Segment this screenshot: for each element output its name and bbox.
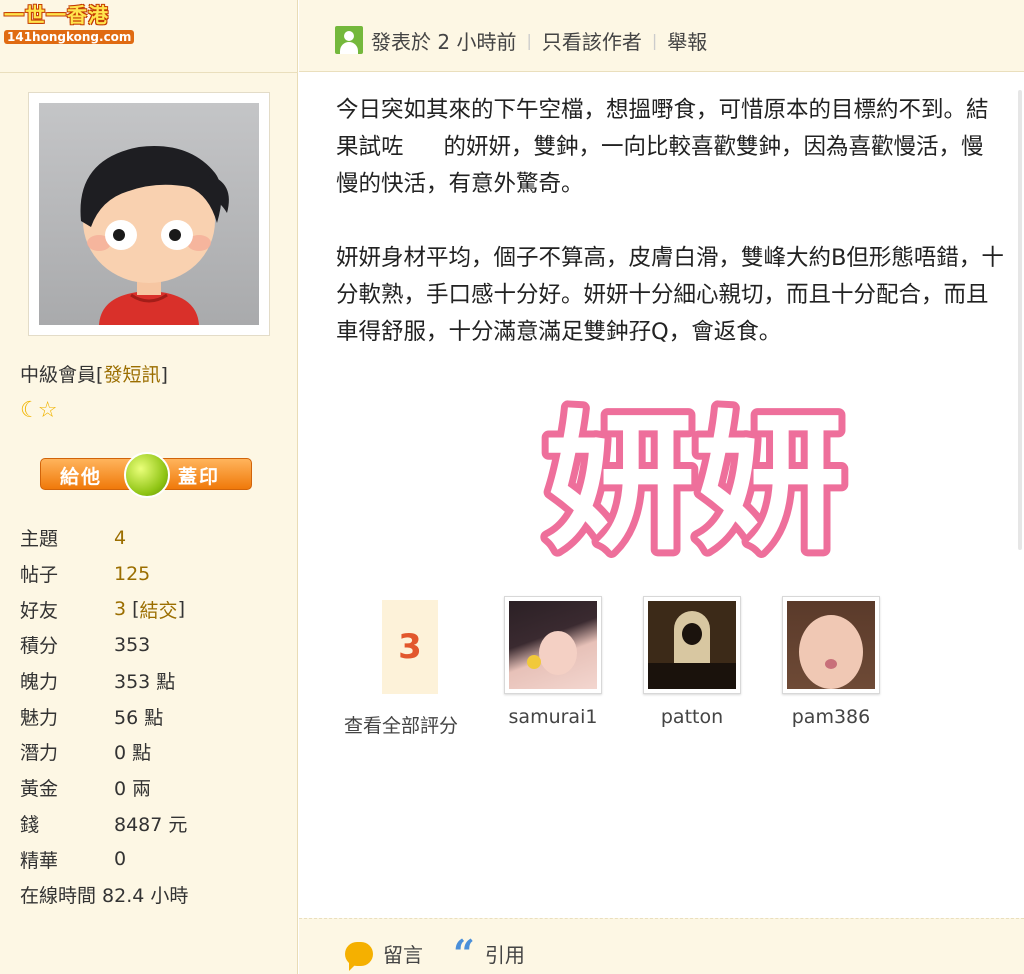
post-content: 今日突如其來的下午空檔，想搵嘢食，可惜原本的目標約不到。結果試咗 的妍妍，雙鈡，一… (336, 92, 1006, 388)
user-stats: 主題 4 帖子 125 好友 3 [結交] 積分 353 魄力 353 點 魅力… (20, 520, 290, 913)
stamp-button[interactable]: 給他 蓋印 (40, 452, 252, 498)
stat-key: 帖子 (20, 564, 59, 587)
moon-icon: ☾ (20, 398, 40, 423)
stat-row: 積分 353 (20, 627, 290, 663)
user-online-icon (335, 26, 363, 54)
stat-value: 82.4 小時 (102, 885, 189, 908)
rater-name: samurai1 (508, 706, 598, 728)
stat-value: 353 點 (114, 671, 176, 694)
stat-value[interactable]: 3 (114, 598, 126, 620)
rater-item[interactable]: samurai1 (498, 596, 608, 728)
stat-value: 8487 元 (114, 813, 188, 836)
avatar-image (39, 103, 259, 325)
stat-key: 潛力 (20, 742, 59, 765)
stat-row: 好友 3 [結交] (20, 591, 290, 627)
scrollbar[interactable] (1018, 90, 1022, 550)
stat-value: 56 點 (114, 706, 164, 729)
stat-row: 魅力 56 點 (20, 698, 290, 734)
rater-avatar (643, 596, 741, 694)
stat-value: 0 兩 (114, 778, 152, 801)
stamp-right-label: 蓋印 (178, 466, 221, 488)
report-link[interactable]: 舉報 (667, 26, 707, 55)
stat-key: 錢 (20, 813, 40, 836)
separator: | (526, 31, 532, 50)
rater-item[interactable]: patton (637, 596, 747, 728)
stat-key: 好友 (20, 599, 59, 622)
site-logo-text: 一世一香港 (4, 3, 109, 27)
quote-icon: “ (453, 930, 475, 974)
rank-label: 中級會員 (20, 364, 97, 386)
post-time: 發表於 2 小時前 (371, 30, 517, 54)
rater-item[interactable]: pam386 (776, 596, 886, 728)
avatar[interactable] (28, 92, 270, 336)
post-footer: 留言 “ 引用 (299, 918, 1024, 974)
member-rank: 中級會員[發短訊] (20, 364, 168, 386)
post-meta: 發表於 2 小時前 | 只看該作者 | 舉報 (371, 26, 707, 55)
quote-button[interactable]: “ 引用 (453, 930, 525, 974)
stat-key: 主題 (20, 528, 59, 551)
stat-row: 精華 0 (20, 841, 290, 877)
big-name-text: 妍妍 (545, 397, 845, 565)
stamp-left-label: 給他 (60, 466, 103, 488)
rater-name: patton (660, 706, 724, 728)
stat-row: 潛力 0 點 (20, 734, 290, 770)
comment-bubble-icon (345, 941, 373, 971)
rank-icons: ☾☆ (20, 398, 58, 423)
stat-row: 黃金 0 兩 (20, 770, 290, 806)
site-logo[interactable]: 一世一香港 141hongkong.com (4, 3, 135, 44)
stat-row: 帖子 125 (20, 556, 290, 592)
stat-value: 353 (114, 633, 151, 656)
add-friend-bracket: ] (177, 598, 185, 621)
rater-avatar (504, 596, 602, 694)
only-author-link[interactable]: 只看該作者 (542, 26, 642, 55)
add-friend-bracket: [ (126, 598, 140, 621)
rating-section: 3 查看全部評分 samurai1 patton pam386 (336, 596, 936, 746)
stat-value: 0 (114, 848, 127, 871)
stat-value[interactable]: 4 (114, 527, 126, 549)
stamp-ball-icon (124, 452, 170, 498)
user-sidebar: 一世一香港 141hongkong.com 中級會員[發短訊] ☾☆ 給他 蓋印… (0, 0, 298, 974)
stat-row: 魄力 353 點 (20, 663, 290, 699)
stat-row: 在線時間 82.4 小時 (20, 877, 290, 913)
post-paragraph: 今日突如其來的下午空檔，想搵嘢食，可惜原本的目標約不到。結果試咗 的妍妍，雙鈡，一… (336, 92, 1006, 203)
stat-row: 主題 4 (20, 520, 290, 556)
stat-value[interactable]: 125 (114, 563, 150, 585)
star-icon: ☆ (37, 398, 58, 423)
post-paragraph: 妍妍身材平均，個子不算高，皮膚白滑，雙峰大約B但形態唔錯，十分軟熟，手口感十分好… (336, 245, 1004, 345)
quote-label: 引用 (484, 943, 525, 967)
send-message-link[interactable]: 發短訊 (103, 364, 160, 386)
add-friend-link[interactable]: 結交 (140, 596, 178, 623)
site-logo-url: 141hongkong.com (4, 30, 135, 44)
stat-key: 精華 (20, 849, 59, 872)
stat-key: 在線時間 (20, 885, 97, 908)
stat-value: 0 點 (114, 742, 152, 765)
rating-count: 3 (382, 600, 438, 694)
stat-key: 魄力 (20, 671, 59, 694)
stat-key: 黃金 (20, 778, 59, 801)
rater-avatar (782, 596, 880, 694)
stat-row: 錢 8487 元 (20, 806, 290, 842)
highlighted-name-image: 妍妍 (530, 390, 860, 578)
stat-key: 魅力 (20, 706, 59, 729)
stat-key: 積分 (20, 635, 59, 658)
comment-label: 留言 (383, 943, 423, 967)
view-all-ratings-link[interactable]: 查看全部評分 (344, 711, 458, 738)
comment-button[interactable]: 留言 (345, 939, 423, 971)
redacted-text (403, 137, 444, 158)
divider (0, 72, 298, 73)
post-header: 發表於 2 小時前 | 只看該作者 | 舉報 (299, 0, 1024, 72)
rater-name: pam386 (791, 706, 871, 728)
separator: | (651, 31, 658, 50)
